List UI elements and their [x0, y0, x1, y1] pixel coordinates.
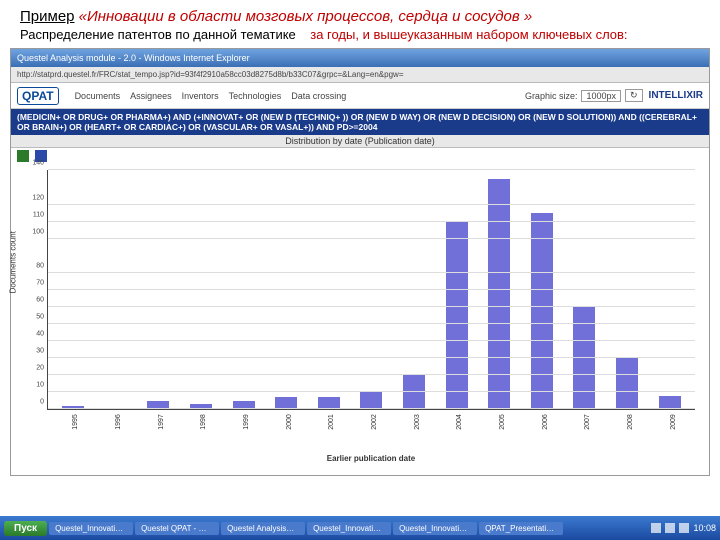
menu-inventors[interactable]: Inventors — [182, 91, 219, 101]
y-tick: 110 — [30, 211, 44, 218]
x-ticks: 1995 1996 1997 1998 1999 2000 2001 2002 2003 2004… — [47, 410, 695, 436]
example-label: Пример — [20, 8, 75, 25]
export-row — [11, 148, 709, 164]
start-button[interactable]: Пуск — [4, 521, 47, 536]
x-tick: 1999 — [243, 411, 267, 433]
chart-bar — [446, 222, 468, 410]
y-axis-label: Documents count — [9, 231, 18, 293]
x-tick: 2007 — [584, 411, 608, 433]
x-tick: 1997 — [158, 411, 182, 433]
x-tick: 2003 — [414, 411, 438, 433]
x-tick: 2005 — [499, 411, 523, 433]
tray-clock: 10:08 — [693, 523, 716, 533]
graphic-size-apply[interactable]: ↻ — [625, 89, 643, 102]
taskbar-item[interactable]: Questel_Innovation_S... — [49, 522, 133, 535]
y-tick: 70 — [30, 279, 44, 286]
chart-bar — [360, 392, 382, 409]
window-title: Questel Analysis module - 2.0 - Windows … — [17, 53, 250, 63]
chart-bar — [616, 358, 638, 409]
x-tick: 2006 — [542, 411, 566, 433]
x-tick: 2001 — [328, 411, 352, 433]
tray-icon[interactable] — [679, 523, 689, 533]
app-logo: QPAT — [17, 87, 59, 105]
y-tick: 60 — [30, 296, 44, 303]
graphic-size-select[interactable]: 1000px — [581, 90, 621, 102]
x-tick: 1996 — [115, 411, 139, 433]
y-tick: 120 — [30, 194, 44, 201]
brand-label: INTELLIXIR — [649, 90, 703, 101]
y-tick: 40 — [30, 331, 44, 338]
title-quoted: «Инновации в области мозговых процессов,… — [79, 8, 533, 25]
y-tick: 0 — [30, 399, 44, 406]
taskbar-item[interactable]: Questel QPAT - Windo... — [135, 522, 219, 535]
chart-plot: 01020304050607080100110120140 — [47, 170, 695, 410]
x-tick: 2009 — [670, 411, 694, 433]
menu-data-crossing[interactable]: Data crossing — [291, 91, 346, 101]
y-tick: 140 — [30, 160, 44, 167]
slide-title: Пример «Инновации в области мозговых про… — [0, 0, 720, 27]
tray-icon[interactable] — [665, 523, 675, 533]
browser-window: Questel Analysis module - 2.0 - Windows … — [10, 48, 710, 476]
x-tick: 2000 — [286, 411, 310, 433]
query-bar: (MEDICIN+ OR DRUG+ OR PHARMA+) AND (+INN… — [11, 109, 709, 135]
taskbar-item[interactable]: Questel_Innovation_S... — [307, 522, 391, 535]
subtitle-a: Распределение патентов по данной тематик… — [20, 27, 296, 42]
y-tick: 100 — [30, 228, 44, 235]
graphic-size-control: Graphic size: 1000px ↻ — [525, 89, 643, 102]
window-titlebar[interactable]: Questel Analysis module - 2.0 - Windows … — [11, 49, 709, 67]
app-toolbar: QPAT Documents Assignees Inventors Techn… — [11, 83, 709, 109]
system-tray[interactable]: 10:08 — [651, 523, 716, 533]
taskbar-item[interactable]: Questel_Innovation_S... — [393, 522, 477, 535]
taskbar-item[interactable]: Questel Analysismod... — [221, 522, 305, 535]
y-tick: 10 — [30, 382, 44, 389]
slide-subtitle: Распределение патентов по данной тематик… — [0, 27, 720, 48]
y-tick: 30 — [30, 348, 44, 355]
chart-bar — [531, 213, 553, 409]
menu-documents[interactable]: Documents — [75, 91, 121, 101]
url-text: http://statprd.questel.fr/FRC/stat_tempo… — [17, 70, 404, 79]
export-excel-icon[interactable] — [17, 150, 29, 162]
app-menu: Documents Assignees Inventors Technologi… — [75, 91, 525, 101]
y-tick: 80 — [30, 262, 44, 269]
x-tick: 2004 — [456, 411, 480, 433]
tray-icon[interactable] — [651, 523, 661, 533]
taskbar-item[interactable]: QPAT_Presentation_2... — [479, 522, 563, 535]
y-tick: 50 — [30, 314, 44, 321]
menu-assignees[interactable]: Assignees — [130, 91, 172, 101]
windows-taskbar[interactable]: Пуск Questel_Innovation_S... Questel QPA… — [0, 516, 720, 540]
x-tick: 1995 — [72, 411, 96, 433]
y-tick: 20 — [30, 365, 44, 372]
x-tick: 2008 — [627, 411, 651, 433]
chart-area: Documents count 010203040506070801001101… — [11, 164, 709, 475]
menu-technologies[interactable]: Technologies — [229, 91, 282, 101]
distribution-header: Distribution by date (Publication date) — [11, 135, 709, 148]
chart-bar — [659, 396, 681, 410]
x-tick: 1998 — [200, 411, 224, 433]
subtitle-b: за годы, и вышеуказанным набором ключевы… — [310, 27, 627, 42]
x-axis-label: Earlier publication date — [47, 454, 695, 463]
graphic-size-label: Graphic size: — [525, 91, 578, 101]
x-tick: 2002 — [371, 411, 395, 433]
address-bar[interactable]: http://statprd.questel.fr/FRC/stat_tempo… — [11, 67, 709, 83]
